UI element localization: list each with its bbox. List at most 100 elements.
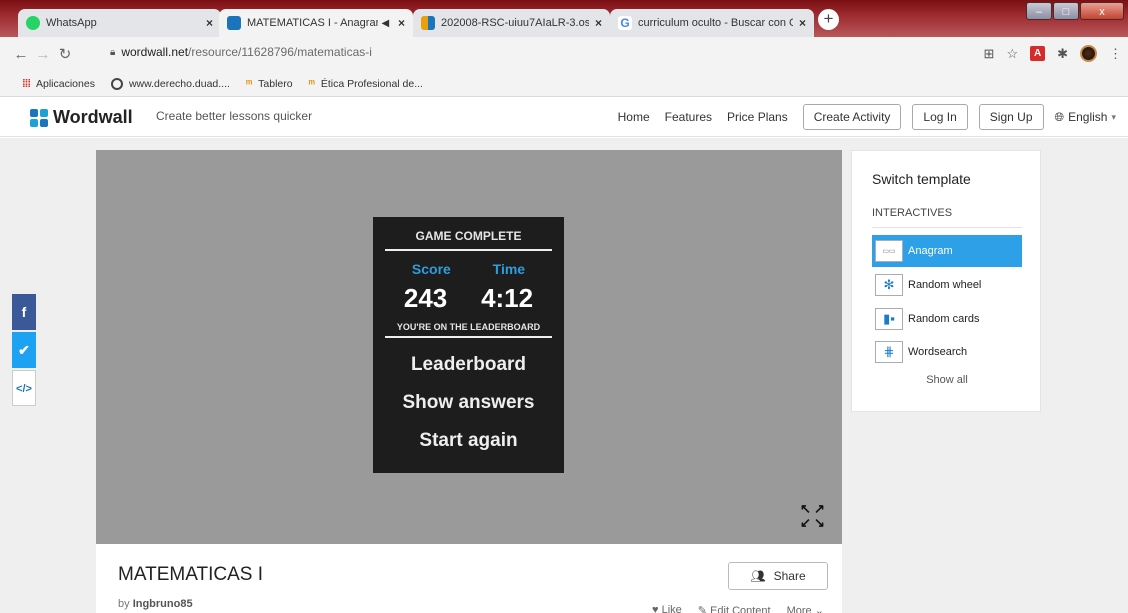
- star-icon[interactable]: ☆: [1006, 46, 1018, 62]
- tab-title: WhatsApp: [46, 17, 97, 29]
- minimize-button[interactable]: –: [1026, 2, 1052, 20]
- language-label: English: [1068, 110, 1108, 124]
- pencil-icon: ✎: [697, 605, 711, 613]
- apps-grid-icon: ⁞⁞⁞: [22, 77, 31, 90]
- template-anagram[interactable]: ▭▭ Anagram: [872, 235, 1022, 267]
- bookmark-label: www.derecho.duad....: [128, 77, 230, 90]
- bookmark-etica[interactable]: ᵐ Ética Profesional de...: [309, 78, 423, 90]
- reload-icon[interactable]: ↻: [54, 45, 76, 63]
- leaderboard-note: YOU'RE ON THE LEADERBOARD: [396, 322, 541, 332]
- close-window-button[interactable]: x: [1080, 2, 1124, 20]
- close-tab-icon[interactable]: ×: [206, 16, 213, 30]
- tab-title: MATEMATICAS I - Anagram: [247, 17, 378, 29]
- top-nav: Home Features Price Plans Create Activit…: [618, 97, 1128, 137]
- url-path: /resource/11628796/matematicas-i: [188, 45, 372, 59]
- template-wordsearch[interactable]: ⋕ Wordsearch: [872, 336, 1022, 368]
- forward-arrow-icon[interactable]: →: [32, 46, 54, 63]
- new-tab-button[interactable]: +: [818, 9, 839, 30]
- close-tab-icon[interactable]: ×: [799, 16, 806, 30]
- bookmark-apps[interactable]: ⁞⁞⁞ Aplicaciones: [22, 78, 95, 90]
- panel-title: Switch template: [872, 171, 971, 187]
- browser-toolbar: ⊞ ☆ A ✱ ⋮: [984, 45, 1122, 62]
- pdf-extension-icon[interactable]: A: [1030, 46, 1046, 61]
- bookmark-tablero[interactable]: ᵐ Tablero: [246, 78, 293, 90]
- signup-button[interactable]: Sign Up: [978, 104, 1044, 130]
- tab-osecu[interactable]: 202008-RSC-uiuu7AIaLR-3.osecu ×: [413, 9, 610, 37]
- activity-title: MATEMATICAS I: [118, 564, 263, 585]
- score-value: 243: [403, 283, 448, 313]
- score-labels: Score Time: [373, 261, 564, 277]
- nav-home[interactable]: Home: [618, 110, 650, 124]
- random-wheel-icon: ✻: [875, 274, 903, 296]
- activity-info: MATEMATICAS I by Ingbruno85 👥︎ Share ♥ L…: [96, 544, 842, 613]
- section-label: INTERACTIVES: [872, 207, 953, 219]
- show-answers-button[interactable]: Show answers: [373, 392, 564, 414]
- whatsapp-icon: [26, 16, 40, 30]
- bookmark-label: Tablero: [258, 77, 293, 90]
- divider: [872, 227, 1022, 228]
- game-complete-panel: GAME COMPLETE Score Time 243 4:12 YOU'RE…: [373, 217, 564, 473]
- users-icon: 👥︎: [750, 569, 766, 583]
- bookmark-label: Aplicaciones: [36, 77, 95, 90]
- divider: [385, 249, 552, 251]
- chevron-down-icon: ▾: [1111, 111, 1116, 122]
- fullscreen-icon[interactable]: ↖ ↗ ↙ ↘: [800, 502, 828, 530]
- bookmark-derecho[interactable]: www.derecho.duad....: [110, 77, 230, 90]
- browser-titlebar: WhatsApp × MATEMATICAS I - Anagram ◀ ︎ ×…: [0, 0, 1128, 37]
- tab-whatsapp[interactable]: WhatsApp ×: [18, 9, 221, 37]
- activity-actions: ♥ Like ✎ Edit Content More ⌄: [652, 604, 824, 613]
- menu-dots-icon[interactable]: ⋮: [1109, 46, 1122, 62]
- random-cards-icon: ▮▪: [875, 308, 903, 330]
- template-random-wheel[interactable]: ✻ Random wheel: [872, 269, 1022, 301]
- switch-template-panel: Switch template INTERACTIVES ▭▭ Anagram …: [851, 150, 1041, 412]
- time-value: 4:12: [481, 283, 534, 313]
- url-host: wordwall.net: [121, 45, 189, 59]
- wordwall-logo[interactable]: Wordwall: [30, 107, 133, 128]
- close-tab-icon[interactable]: ×: [398, 16, 405, 30]
- start-again-button[interactable]: Start again: [373, 430, 564, 452]
- site-header: Wordwall Create better lessons quicker H…: [0, 97, 1128, 137]
- more-button[interactable]: More ⌄: [787, 604, 824, 613]
- maximize-button[interactable]: □: [1053, 2, 1079, 20]
- tab-matematicas[interactable]: MATEMATICAS I - Anagram ◀ ︎ ×: [219, 9, 413, 37]
- embed-code-button[interactable]: </>: [12, 370, 36, 406]
- facebook-share-button[interactable]: f: [12, 294, 36, 330]
- language-selector[interactable]: 🌐︎ English ▾: [1055, 110, 1117, 125]
- nav-price-plans[interactable]: Price Plans: [727, 110, 788, 124]
- more-label: More: [786, 605, 812, 613]
- address-bar: ← → ↻ 🔒︎ wordwall.net/resource/11628796/…: [0, 37, 1128, 71]
- show-all-link[interactable]: Show all: [872, 374, 1022, 386]
- like-button[interactable]: ♥ Like: [652, 604, 682, 613]
- template-random-cards[interactable]: ▮▪ Random cards: [872, 303, 1022, 335]
- twitter-share-button[interactable]: ✔︎: [12, 332, 36, 368]
- globe-icon: 🌐︎: [1054, 109, 1065, 124]
- audio-icon[interactable]: ◀ ︎: [382, 18, 392, 29]
- profile-avatar-icon[interactable]: [1080, 45, 1097, 62]
- create-activity-button[interactable]: Create Activity: [802, 104, 902, 130]
- tab-title: curriculum oculto - Buscar con G: [638, 17, 793, 29]
- url-field[interactable]: 🔒︎ wordwall.net/resource/11628796/matema…: [110, 45, 372, 59]
- close-tab-icon[interactable]: ×: [595, 16, 602, 30]
- time-label: Time: [492, 261, 526, 277]
- share-button[interactable]: 👥︎ Share: [728, 562, 828, 590]
- window-controls: – □ x: [1026, 2, 1124, 20]
- score-values: 243 4:12: [373, 283, 564, 314]
- edit-label: Edit Content: [710, 605, 771, 613]
- wordsearch-icon: ⋕: [875, 341, 903, 363]
- tab-google-search[interactable]: G curriculum oculto - Buscar con G ×: [610, 9, 814, 37]
- nav-features[interactable]: Features: [665, 110, 712, 124]
- by-prefix: by: [118, 598, 130, 610]
- leaderboard-button[interactable]: Leaderboard: [373, 354, 564, 376]
- edit-content-button[interactable]: ✎ Edit Content: [698, 604, 771, 613]
- back-arrow-icon[interactable]: ←: [10, 46, 32, 63]
- heart-icon: ♥: [652, 604, 662, 613]
- template-label: Random wheel: [908, 279, 982, 291]
- moodle-icon: ᵐ: [245, 77, 253, 90]
- author-link[interactable]: Ingbruno85: [133, 598, 193, 610]
- lock-icon: 🔒︎: [110, 46, 116, 58]
- anagram-icon: ▭▭: [875, 240, 903, 262]
- translate-icon[interactable]: ⊞: [984, 46, 995, 62]
- login-button[interactable]: Log In: [912, 104, 968, 130]
- document-icon: [421, 16, 435, 30]
- extensions-puzzle-icon[interactable]: ✱: [1057, 46, 1068, 62]
